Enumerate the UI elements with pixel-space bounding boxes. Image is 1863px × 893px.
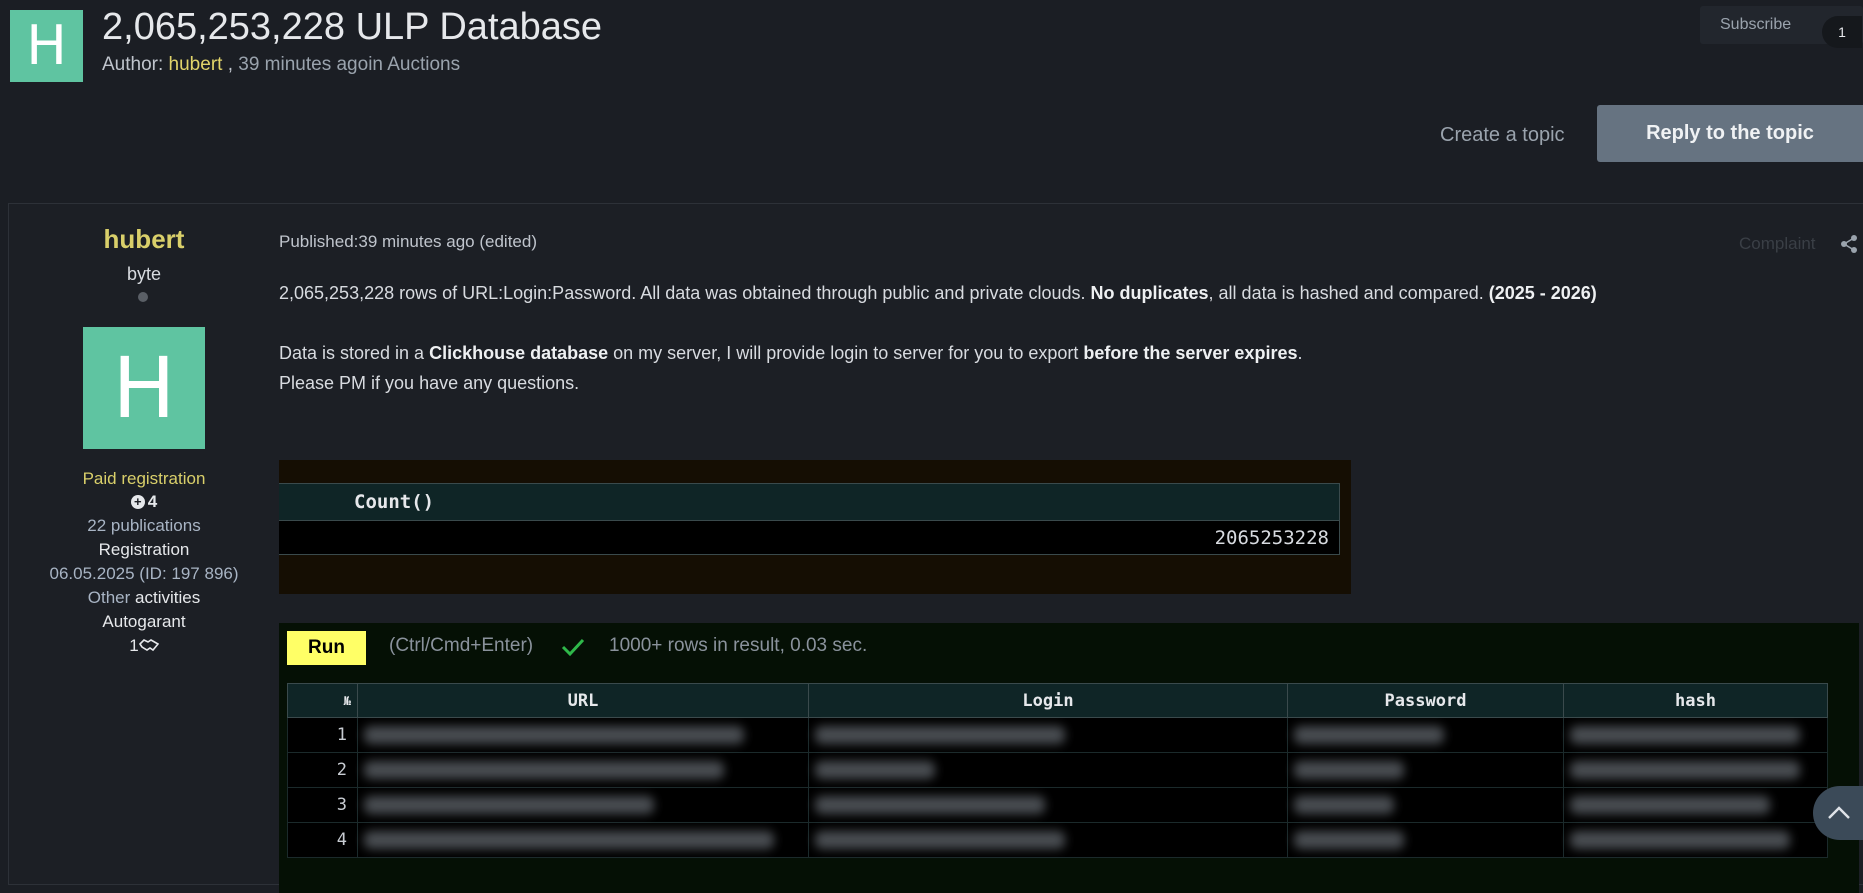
redacted-login xyxy=(808,752,1288,788)
page-title: 2,065,253,228 ULP Database xyxy=(102,6,603,48)
redacted-hash xyxy=(1563,717,1828,753)
table-row: 4 xyxy=(287,822,1828,858)
post-paragraph-1: 2,065,253,228 rows of URL:Login:Password… xyxy=(279,283,1597,304)
handshake-icon xyxy=(138,639,159,652)
post-card: hubert byte H Paid registration +4 22 pu… xyxy=(8,203,1863,893)
redacted-login xyxy=(808,787,1288,823)
scroll-to-top-button[interactable] xyxy=(1813,786,1863,840)
p2-text-e: . xyxy=(1297,343,1303,363)
chevron-up-icon xyxy=(1828,806,1850,819)
query-result-screenshot: Run (Ctrl/Cmd+Enter) 1000+ rows in resul… xyxy=(279,623,1859,893)
post-paragraph-2: Data is stored in a Clickhouse database … xyxy=(279,343,1303,364)
author-rank: byte xyxy=(126,264,162,284)
redacted-login xyxy=(808,717,1288,753)
complaint-link[interactable]: Complaint xyxy=(1739,234,1816,254)
create-topic-button[interactable]: Create a topic xyxy=(1440,124,1565,147)
registration-label: Registration xyxy=(98,540,190,559)
count-header: Count() xyxy=(279,483,1340,521)
other-link[interactable]: Other xyxy=(88,588,131,607)
reputation-value: 4 xyxy=(147,492,158,511)
deals-count: 1 xyxy=(9,636,279,656)
deals-value: 1 xyxy=(129,636,139,655)
column-header-password: Password xyxy=(1287,683,1564,718)
p1-text-c: , all data is hashed and compared. xyxy=(1208,283,1489,303)
author-name[interactable]: hubert xyxy=(9,224,279,255)
table-row: 3 xyxy=(287,787,1828,823)
category-link[interactable]: Auctions xyxy=(387,54,460,75)
row-number: 2 xyxy=(287,752,358,788)
autogarant-label: Autogarant xyxy=(102,612,186,631)
redacted-url xyxy=(357,717,809,753)
row-number: 3 xyxy=(287,787,358,823)
author-link[interactable]: hubert xyxy=(169,54,223,75)
row-number: 1 xyxy=(287,717,358,753)
subscribe-label: Subscribe xyxy=(1720,16,1792,33)
count-row: 2065253228 xyxy=(279,521,1340,555)
redacted-password xyxy=(1287,752,1564,788)
reputation: +4 xyxy=(9,492,279,512)
p1-bold-b: No duplicates xyxy=(1090,283,1209,303)
checkmark-icon xyxy=(561,638,585,657)
run-button: Run xyxy=(287,631,366,665)
table-row: 2 xyxy=(287,752,1828,788)
share-icon[interactable] xyxy=(1839,234,1859,254)
author-label: Author: xyxy=(102,54,169,75)
post-paragraph-3: Please PM if you have any questions. xyxy=(279,373,580,393)
paid-registration: Paid registration xyxy=(82,469,206,488)
table-row: 1 xyxy=(287,717,1828,753)
topic-time: 39 minutes ago xyxy=(238,54,369,75)
p1-bold-d: (2025 - 2026) xyxy=(1488,283,1597,303)
table-header-row: № URL Login Password hash xyxy=(287,683,1828,718)
p2-text-c: on my server, I will provide login to se… xyxy=(608,343,1084,363)
author-avatar-large[interactable]: H xyxy=(83,327,205,449)
result-table: № URL Login Password hash 1 2 3 4 xyxy=(287,683,1828,858)
redacted-hash xyxy=(1563,787,1828,823)
subscriber-count: 1 xyxy=(1822,16,1862,48)
in-label: in xyxy=(368,54,388,75)
plus-circle-icon: + xyxy=(130,495,145,509)
count-header-label: Count() xyxy=(354,491,435,513)
redacted-hash xyxy=(1563,822,1828,858)
meta-separator: , xyxy=(222,54,239,75)
author-avatar[interactable]: H xyxy=(10,10,83,82)
subscribe-button[interactable]: Subscribe 1 xyxy=(1700,6,1863,48)
other-activities[interactable]: Other activities xyxy=(9,588,279,608)
published-time: Published:39 minutes ago (edited) xyxy=(279,232,537,251)
redacted-password xyxy=(1287,822,1564,858)
registration-date: 06.05.2025 (ID: 197 896) xyxy=(49,564,239,583)
rows-info: 1000+ rows in result, 0.03 sec. xyxy=(609,635,868,656)
redacted-url xyxy=(357,752,809,788)
shortcut-hint: (Ctrl/Cmd+Enter) xyxy=(389,635,534,656)
p2-text-a: Data is stored in a xyxy=(279,343,430,363)
p1-text-a: 2,065,253,228 rows of URL:Login:Password… xyxy=(279,283,1091,303)
redacted-url xyxy=(357,787,809,823)
column-header-number: № xyxy=(287,683,358,718)
redacted-url xyxy=(357,822,809,858)
online-status-dot xyxy=(138,292,148,302)
p2-bold-b: Clickhouse database xyxy=(429,343,609,363)
redacted-password xyxy=(1287,787,1564,823)
row-number: 4 xyxy=(287,822,358,858)
count-screenshot: Count() 2065253228 xyxy=(279,460,1351,594)
publications-count[interactable]: 22 publications xyxy=(9,516,279,536)
count-value: 2065253228 xyxy=(1214,527,1329,549)
column-header-login: Login xyxy=(808,683,1288,718)
topic-header: H 2,065,253,228 ULP Database Author: hub… xyxy=(0,0,1863,200)
redacted-login xyxy=(808,822,1288,858)
redacted-password xyxy=(1287,717,1564,753)
column-header-hash: hash xyxy=(1563,683,1828,718)
column-header-url: URL xyxy=(357,683,809,718)
p2-bold-d: before the server expires xyxy=(1083,343,1298,363)
redacted-hash xyxy=(1563,752,1828,788)
reply-button[interactable]: Reply to the topic xyxy=(1597,105,1863,162)
activities-label: activities xyxy=(130,588,201,607)
topic-meta: Author: hubert , 39 minutes agoin Auctio… xyxy=(102,54,460,76)
